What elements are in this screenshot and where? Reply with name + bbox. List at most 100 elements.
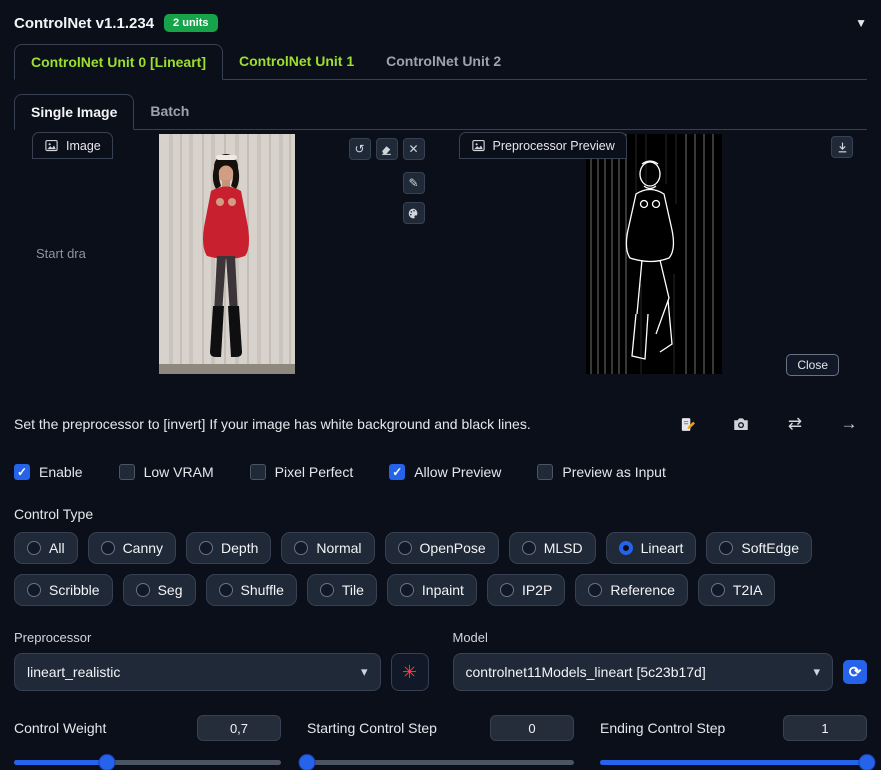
radio-label: All [49,540,65,556]
preview-pane-label-text: Preprocessor Preview [492,138,615,153]
radio-dot [100,541,115,555]
radio-openpose[interactable]: OpenPose [384,532,499,564]
clear-image-button[interactable]: ✕ [402,138,425,160]
radio-dot [27,583,41,597]
radio-dot [719,541,734,555]
ending-step-input[interactable]: 1 [783,715,867,741]
slider-fill [14,760,108,765]
note-icons: ⇄ → [677,414,867,434]
preview-lineart-graphic [585,134,722,374]
swap-icon: ⇄ [787,414,803,433]
radio-seg[interactable]: Seg [122,574,196,606]
control-weight-input[interactable]: 0,7 [197,715,281,741]
radio-tile[interactable]: Tile [306,574,377,606]
radio-dot [499,583,514,597]
preprocessor-dropdown[interactable]: lineart_realistic ▾ [14,653,381,691]
radio-dot [27,541,41,555]
tab-single-image[interactable]: Single Image [14,94,135,130]
preview-as-input-checkbox[interactable]: Preview as Input [537,464,666,480]
tab-unit-0[interactable]: ControlNet Unit 0 [Lineart] [14,44,223,80]
units-badge: 2 units [164,14,218,32]
slider-thumb[interactable] [299,755,315,770]
radio-dot [135,583,150,597]
preprocessor-value: lineart_realistic [27,664,121,680]
tab-unit-2[interactable]: ControlNet Unit 2 [370,44,517,79]
download-icon [838,142,846,152]
refresh-icon: ⟳ [848,664,862,681]
explosion-icon: ✳ [401,661,418,682]
radio-label: Depth [221,540,259,556]
palette-icon [408,208,418,218]
radio-lineart[interactable]: Lineart [605,532,697,564]
undo-button[interactable]: ↺ [348,138,371,160]
ending-step-group: Ending Control Step 1 [600,715,875,770]
radio-canny[interactable]: Canny [87,532,177,564]
preprocessor-preview-pane: Preprocessor Preview Close [441,130,868,392]
webcam-button[interactable] [731,414,751,434]
model-dropdown[interactable]: controlnet11Models_lineart [5c23b17d] ▾ [452,653,833,691]
allow-preview-label: Allow Preview [414,464,502,480]
radio-dot [618,541,633,555]
low-vram-label: Low VRAM [143,464,214,480]
enable-label: Enable [39,464,83,480]
radio-reference[interactable]: Reference [575,574,688,606]
invert-note: Set the preprocessor to [invert] If your… [14,416,531,432]
eraser-button[interactable] [375,138,398,160]
radio-scribble[interactable]: Scribble [14,574,113,606]
radio-depth[interactable]: Depth [186,532,272,564]
enable-checkbox[interactable]: Enable [14,464,83,480]
radio-all[interactable]: All [14,532,78,564]
input-image-pane[interactable]: Image ↺ ✕ ✎ Start dra [14,130,441,392]
color-sketch-button[interactable] [402,202,425,224]
pixel-perfect-checkbox[interactable]: Pixel Perfect [249,464,353,480]
tab-unit-1[interactable]: ControlNet Unit 1 [223,44,370,79]
radio-dot [399,583,414,597]
control-weight-slider[interactable] [14,754,281,770]
input-image[interactable] [159,134,296,374]
starting-step-input[interactable]: 0 [490,715,574,741]
refresh-models-button[interactable]: ⟳ [843,660,867,684]
input-photo-graphic [159,134,296,374]
run-preprocessor-button[interactable]: ✳ [390,653,429,691]
low-vram-checkbox[interactable]: Low VRAM [118,464,214,480]
preview-pane-label: Preprocessor Preview [458,132,627,159]
model-col: Model controlnet11Models_lineart [5c23b1… [452,630,867,691]
radio-dot [218,583,233,597]
sketch-button[interactable]: ✎ [402,172,425,194]
radio-inpaint[interactable]: Inpaint [386,574,477,606]
radio-label: Reference [610,582,675,598]
starting-step-slider[interactable] [299,754,574,770]
radio-label: IP2P [521,582,553,598]
undo-icon: ↺ [354,142,365,156]
radio-normal[interactable]: Normal [281,532,375,564]
image-icon [45,139,58,152]
swap-button[interactable]: ⇄ [785,414,805,434]
radio-label: Seg [157,582,183,598]
collapse-icon[interactable]: ▼ [855,16,867,30]
send-dimensions-button[interactable]: → [839,414,859,434]
ending-step-slider[interactable] [600,754,875,770]
tab-batch[interactable]: Batch [134,94,205,129]
model-row: Preprocessor lineart_realistic ▾ ✳ Model… [14,630,867,691]
edit-note-button[interactable] [677,414,697,434]
enable-checkbox-box [14,464,30,480]
pencil-icon: ✎ [408,176,419,190]
close-preview-button[interactable]: Close [786,354,839,376]
radio-ip2p[interactable]: IP2P [486,574,566,606]
radio-dot [588,583,603,597]
allow-preview-checkbox[interactable]: Allow Preview [389,464,501,480]
chevron-down-icon: ▾ [360,664,368,679]
clear-icon: ✕ [408,142,419,156]
radio-dot [710,583,725,597]
radio-softedge[interactable]: SoftEdge [706,532,813,564]
radio-mlsd[interactable]: MLSD [508,532,596,564]
radio-t2ia[interactable]: T2IA [697,574,776,606]
radio-dot [397,541,412,555]
download-preview-button[interactable] [831,136,853,158]
pixel-perfect-checkbox-box [249,464,266,480]
radio-dot [294,541,309,555]
starting-step-group: Starting Control Step 0 [299,715,574,770]
slider-thumb[interactable] [859,755,875,770]
radio-shuffle[interactable]: Shuffle [205,574,297,606]
slider-thumb[interactable] [99,755,115,770]
